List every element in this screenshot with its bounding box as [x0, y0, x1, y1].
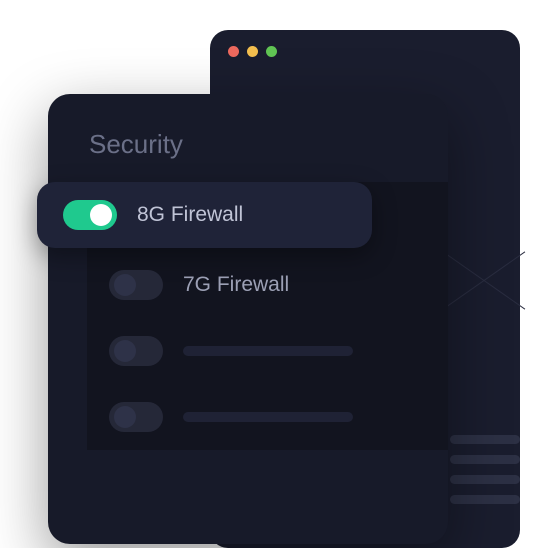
setting-row-placeholder[interactable] — [87, 318, 448, 384]
toggle-knob — [114, 406, 136, 428]
placeholder-line — [450, 475, 520, 484]
placeholder-line — [183, 412, 353, 422]
placeholder-line — [450, 495, 520, 504]
window-controls — [210, 30, 520, 72]
toggle-placeholder[interactable] — [109, 402, 163, 432]
toggle-7g-firewall[interactable] — [109, 270, 163, 300]
close-icon[interactable] — [228, 46, 239, 57]
minimize-icon[interactable] — [247, 46, 258, 57]
setting-label: 8G Firewall — [137, 203, 243, 227]
placeholder-line — [450, 435, 520, 444]
settings-list: 8G Firewall 7G Firewall — [87, 182, 448, 450]
setting-row-7g-firewall[interactable]: 7G Firewall — [87, 252, 448, 318]
panel-title: Security — [83, 129, 448, 160]
placeholder-line — [183, 346, 353, 356]
toggle-knob — [114, 340, 136, 362]
setting-label: 7G Firewall — [183, 273, 289, 297]
toggle-8g-firewall[interactable] — [63, 200, 117, 230]
toggle-knob — [90, 204, 112, 226]
toggle-knob — [114, 274, 136, 296]
security-panel: Security 8G Firewall 7G Firewall — [48, 94, 448, 544]
setting-row-8g-firewall[interactable]: 8G Firewall — [37, 182, 372, 248]
decorative-lines — [450, 435, 520, 504]
maximize-icon[interactable] — [266, 46, 277, 57]
setting-row-placeholder[interactable] — [87, 384, 448, 450]
toggle-placeholder[interactable] — [109, 336, 163, 366]
placeholder-line — [450, 455, 520, 464]
